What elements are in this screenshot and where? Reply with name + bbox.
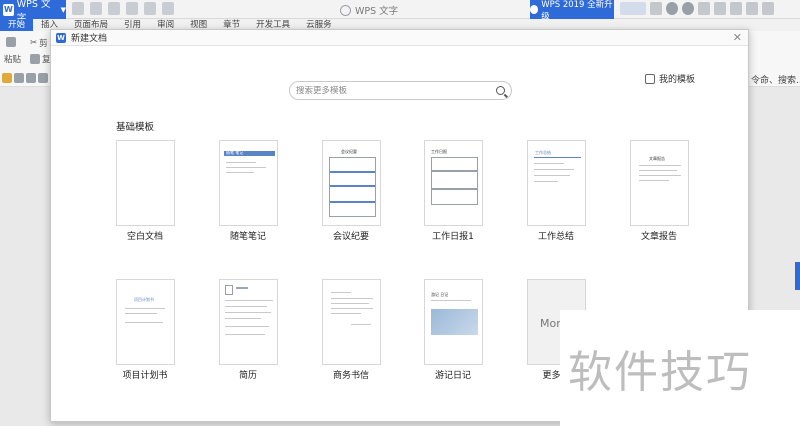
settings-icon[interactable] — [666, 2, 678, 15]
watermark: 软件技巧 — [560, 310, 800, 426]
template-label[interactable]: 游记日记 — [403, 368, 503, 381]
template-search[interactable] — [289, 81, 512, 100]
quick-access-toolbar — [72, 2, 174, 15]
template-label[interactable]: 空白文档 — [95, 229, 195, 242]
share-icon[interactable] — [682, 2, 694, 15]
upgrade-button[interactable]: WPS 2019 全新升级 — [530, 0, 614, 22]
save-icon — [14, 73, 24, 83]
scissors-icon: ✂ — [30, 38, 38, 48]
open-file-icon[interactable] — [72, 2, 84, 15]
search-input[interactable] — [296, 85, 496, 96]
search-icon[interactable] — [496, 86, 505, 95]
side-panel-handle[interactable] — [795, 262, 800, 290]
template-label[interactable]: 随笔笔记 — [198, 229, 298, 242]
app-menu-button[interactable]: W WPS 文字 ▼ — [0, 0, 66, 24]
title-bar: W WPS 文字 ▼ WPS 文字 WPS 2019 全新升级 — [0, 0, 800, 24]
undo-icon[interactable] — [144, 2, 156, 15]
feedback-icon[interactable] — [698, 2, 710, 15]
paste-label[interactable]: 粘贴 — [4, 53, 21, 65]
template-label[interactable]: 工作总结 — [506, 229, 606, 242]
template-card-resume[interactable] — [219, 279, 278, 365]
save-icon[interactable] — [90, 2, 102, 15]
dialog-title: 新建文档 — [71, 34, 108, 44]
section-title: 基础模板 — [116, 122, 155, 133]
command-search[interactable]: 令命、搜索... — [751, 73, 800, 86]
window-switch-icon[interactable] — [730, 2, 742, 15]
template-card-blank[interactable] — [116, 140, 175, 226]
window-title: WPS 文字 — [340, 3, 398, 17]
template-label[interactable]: 商务书信 — [301, 368, 401, 381]
titlebar-right-tools — [620, 2, 774, 15]
template-card-meeting[interactable]: 会议纪要 — [322, 140, 381, 226]
template-icon — [645, 73, 655, 84]
tab-home[interactable]: 开始 — [0, 19, 34, 31]
template-label[interactable]: 文章报告 — [609, 229, 709, 242]
skin-icon[interactable] — [650, 2, 662, 15]
export-icon — [26, 73, 36, 83]
cut-button[interactable]: ✂ 剪 — [30, 37, 48, 49]
template-card-travel-diary[interactable]: 游记 日记 — [424, 279, 483, 365]
dialog-header: W 新建文档 — [51, 30, 748, 46]
copy-button[interactable]: 复 — [30, 53, 51, 65]
template-card-project-plan[interactable]: 项目计划书 — [116, 279, 175, 365]
maximize-icon[interactable] — [762, 2, 774, 15]
wps-logo-icon — [530, 5, 539, 14]
open-button[interactable] — [2, 73, 48, 83]
template-card-summary[interactable]: 工作总结 — [527, 140, 586, 226]
wps-cloud-icon — [340, 4, 351, 16]
minimize-icon[interactable] — [746, 2, 758, 15]
my-templates-link[interactable]: 我的模板 — [645, 72, 695, 85]
paste-icon — [6, 37, 16, 47]
wps-logo-icon: W — [3, 3, 14, 16]
template-card-daily-report[interactable]: 工作日报 — [424, 140, 483, 226]
print-icon[interactable] — [108, 2, 120, 15]
landscape-image — [431, 309, 478, 335]
template-label[interactable]: 工作日报1 — [403, 229, 503, 242]
template-label[interactable]: 会议纪要 — [301, 229, 401, 242]
template-card-business-letter[interactable] — [322, 279, 381, 365]
template-card-notes[interactable]: 随笔 笔记 — [219, 140, 278, 226]
preview-icon[interactable] — [126, 2, 138, 15]
chevron-down-icon: ▼ — [60, 5, 66, 14]
copy-icon — [30, 54, 40, 64]
paste-button[interactable] — [6, 37, 16, 47]
help-icon[interactable] — [714, 2, 726, 15]
watermark-text: 软件技巧 — [568, 347, 752, 398]
template-label[interactable]: 项目计划书 — [95, 368, 195, 381]
avatar[interactable] — [620, 2, 646, 15]
folder-icon — [2, 73, 12, 83]
template-label[interactable]: 简历 — [198, 368, 298, 381]
close-icon[interactable]: ✕ — [733, 32, 742, 43]
template-card-article-report[interactable]: 文章报告 — [630, 140, 689, 226]
wps-writer-icon: W — [56, 32, 66, 43]
redo-icon[interactable] — [162, 2, 174, 15]
print-icon — [38, 73, 48, 83]
